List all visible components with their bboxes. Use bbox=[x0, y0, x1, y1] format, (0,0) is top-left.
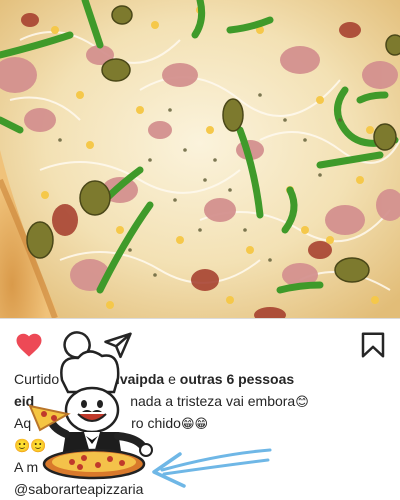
post-caption: Curtido por dosilvaipda e outras 6 pesso… bbox=[14, 368, 394, 500]
bookmark-icon[interactable] bbox=[358, 330, 388, 360]
liked-by-user-link[interactable]: dosilvaipda bbox=[87, 371, 164, 387]
likes-line: Curtido por dosilvaipda e outras 6 pesso… bbox=[14, 368, 394, 390]
caption-text-4: A m bbox=[14, 459, 39, 475]
likes-joiner: e bbox=[164, 371, 180, 387]
caption-emoji-1: 😊 bbox=[295, 395, 309, 410]
caption-text-2: ro chido bbox=[131, 415, 181, 431]
caption-line-1: eid nada a tristeza vai embora😊 bbox=[14, 390, 394, 412]
pizzeria-handle-link[interactable]: @saborarteapizzaria bbox=[14, 481, 143, 497]
caption-text-2-start: Aq bbox=[14, 415, 32, 431]
caption-line-2: Aq ro chido😁😁 bbox=[14, 412, 394, 434]
likes-prefix: Curtido por bbox=[14, 371, 88, 387]
caption-author-link[interactable]: eid bbox=[14, 393, 34, 409]
photo-divider bbox=[0, 318, 400, 319]
caption-emoji-3: 🙂🙂 bbox=[14, 439, 47, 454]
other-likers-link[interactable]: outras 6 pessoas bbox=[180, 371, 294, 387]
post-action-bar bbox=[0, 326, 400, 362]
caption-line-5: @saborarteapizzaria bbox=[14, 478, 394, 500]
caption-line-4: A m bbox=[14, 456, 394, 478]
caption-line-3: 🙂🙂 bbox=[14, 434, 394, 456]
post-photo[interactable] bbox=[0, 0, 400, 318]
caption-text-1: nada a tristeza vai embora bbox=[130, 393, 296, 409]
caption-emoji-2: 😁😁 bbox=[180, 417, 209, 432]
paper-plane-icon[interactable] bbox=[103, 330, 133, 360]
heart-icon[interactable] bbox=[14, 330, 44, 360]
pizza-photo-illustration bbox=[0, 0, 400, 318]
speech-bubble-icon[interactable] bbox=[62, 330, 92, 360]
